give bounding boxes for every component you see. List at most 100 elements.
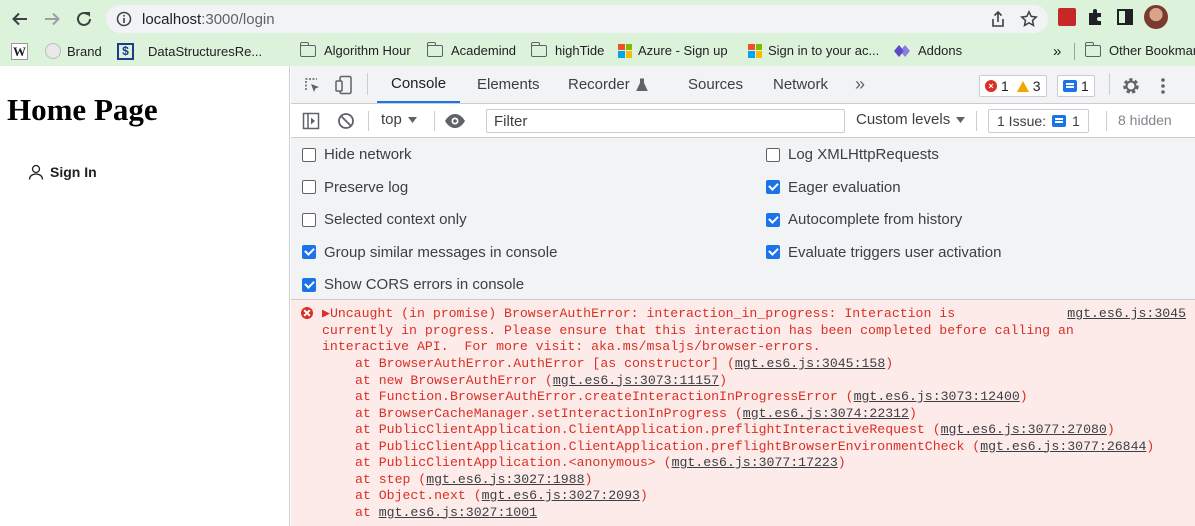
- setting-option[interactable]: Selected context only: [302, 211, 467, 228]
- error-icon: [301, 307, 313, 319]
- bookmark-algorithm-hour[interactable]: Algorithm Hour: [299, 41, 411, 58]
- checkbox[interactable]: [302, 245, 316, 259]
- back-button[interactable]: [6, 5, 34, 33]
- back-arrow-icon: [12, 12, 27, 26]
- issue-counter[interactable]: 1: [1057, 75, 1095, 97]
- log-levels-dropdown[interactable]: Custom levels: [856, 111, 966, 128]
- microsoft-icon: [618, 43, 632, 58]
- checkbox[interactable]: [766, 147, 780, 162]
- kebab-menu-icon[interactable]: [1160, 77, 1166, 95]
- stack-frame-link[interactable]: mgt.es6.js:3045:158: [735, 356, 885, 371]
- gear-icon[interactable]: [1121, 76, 1141, 96]
- error-source-link[interactable]: mgt.es6.js:3045: [1067, 306, 1186, 323]
- profile-avatar[interactable]: [1144, 5, 1168, 29]
- bookmark-wikipedia[interactable]: W: [11, 43, 28, 60]
- bookmark-label: Other Bookmarks: [1109, 43, 1195, 58]
- setting-option[interactable]: Autocomplete from history: [766, 211, 962, 228]
- bookmarks-divider: [1074, 43, 1075, 60]
- forward-arrow-icon: [45, 12, 60, 26]
- setting-option[interactable]: Preserve log: [302, 179, 408, 196]
- tab-network[interactable]: Network: [773, 66, 828, 103]
- setting-option[interactable]: Log XMLHttpRequests: [766, 146, 939, 163]
- setting-label: Autocomplete from history: [788, 211, 963, 228]
- stack-frame: at PublicClientApplication.<anonymous> (…: [355, 455, 1154, 472]
- error-warning-counter[interactable]: × 1 3: [979, 75, 1047, 97]
- tab-label: Network: [773, 76, 829, 93]
- reload-button[interactable]: [70, 5, 98, 33]
- tab-console[interactable]: Console: [377, 66, 461, 103]
- setting-option[interactable]: Eager evaluation: [766, 179, 901, 196]
- tab-divider: [1109, 73, 1110, 95]
- stack-frame-link[interactable]: mgt.es6.js:3073:11157: [553, 373, 719, 388]
- issues-button[interactable]: 1 Issue: 1: [988, 109, 1089, 133]
- devtools-panel: Console Elements Recorder Sources Networ…: [291, 66, 1195, 526]
- warning-icon: [1016, 80, 1029, 92]
- forward-button[interactable]: [38, 5, 66, 33]
- context-selector[interactable]: top: [381, 111, 417, 128]
- setting-option[interactable]: Group similar messages in console: [302, 244, 557, 261]
- console-toolbar: top Custom levels 1 Issue: 1 8 hidden: [291, 104, 1195, 138]
- stack-frame-tail: ): [639, 488, 648, 503]
- side-panel-icon[interactable]: [1116, 8, 1134, 26]
- stack-frame-link[interactable]: mgt.es6.js:3077:17223: [672, 455, 838, 470]
- devtools-tabbar: Console Elements Recorder Sources Networ…: [291, 66, 1195, 104]
- checkbox[interactable]: [766, 212, 780, 227]
- setting-option[interactable]: Evaluate triggers user activation: [766, 244, 1001, 261]
- clear-console-icon[interactable]: [337, 112, 355, 130]
- stack-frame-link[interactable]: mgt.es6.js:3073:12400: [854, 389, 1020, 404]
- warning-count: 3: [1032, 78, 1041, 94]
- setting-option[interactable]: Hide network: [302, 146, 412, 163]
- checkbox[interactable]: [766, 180, 780, 194]
- extensions-puzzle-icon[interactable]: [1086, 7, 1106, 27]
- addons-icon: [894, 44, 910, 57]
- setting-label: Selected context only: [324, 211, 467, 228]
- stack-frame-tail: ): [1019, 389, 1028, 404]
- checkbox[interactable]: [302, 147, 316, 162]
- bookmark-hightide[interactable]: highTide: [530, 41, 604, 58]
- stack-frame-link[interactable]: mgt.es6.js:3027:1001: [379, 505, 537, 520]
- stack-frame-link[interactable]: mgt.es6.js:3077:26844: [980, 439, 1146, 454]
- filter-input[interactable]: [486, 109, 845, 133]
- tab-label: Sources: [688, 76, 744, 93]
- tab-recorder[interactable]: Recorder: [568, 66, 648, 103]
- bookmark-signin-account[interactable]: Sign in to your ac...: [748, 43, 879, 58]
- stack-frame-link[interactable]: mgt.es6.js:3074:22312: [743, 406, 909, 421]
- device-toolbar-icon[interactable]: [334, 75, 354, 95]
- setting-label: Preserve log: [324, 178, 409, 196]
- bookmark-datastructures[interactable]: $ DataStructuresRe...: [117, 43, 262, 60]
- share-icon[interactable]: [990, 10, 1006, 28]
- error-text[interactable]: ▶Uncaught (in promise) BrowserAuthError:…: [322, 306, 1082, 356]
- inspect-element-icon[interactable]: [303, 76, 321, 94]
- bookmark-azure-signup[interactable]: Azure - Sign up: [618, 43, 728, 58]
- stack-frame-link[interactable]: mgt.es6.js:3027:1988: [426, 472, 584, 487]
- bookmark-other-bookmarks[interactable]: Other Bookmarks: [1084, 41, 1195, 58]
- setting-option[interactable]: Show CORS errors in console: [302, 276, 524, 293]
- stack-frame-link[interactable]: mgt.es6.js:3077:27080: [941, 422, 1107, 437]
- bookmarks-overflow-button[interactable]: »: [1053, 43, 1061, 60]
- dropdown-arrow-icon: [407, 116, 417, 123]
- bookmark-academind[interactable]: Academind: [426, 41, 516, 58]
- stack-frame: at PublicClientApplication.ClientApplica…: [355, 422, 1154, 439]
- bookmark-label: Azure - Sign up: [638, 43, 728, 58]
- sidebar-toggle-icon[interactable]: [302, 112, 320, 130]
- tab-elements[interactable]: Elements: [477, 66, 540, 103]
- error-count: 1: [1001, 78, 1009, 94]
- folder-icon: [1084, 41, 1101, 57]
- more-tabs-button[interactable]: »: [855, 66, 865, 103]
- sign-in-button[interactable]: Sign In: [28, 164, 97, 180]
- issue-message-icon: [1063, 80, 1077, 92]
- stack-frame-link[interactable]: mgt.es6.js:3027:2093: [482, 488, 640, 503]
- folder-icon: [299, 41, 316, 57]
- bookmark-star-icon[interactable]: [1020, 10, 1038, 28]
- stack-frame-text: at BrowserCacheManager.setInteractionInP…: [355, 405, 743, 421]
- bookmark-addons[interactable]: Addons: [894, 43, 962, 58]
- checkbox[interactable]: [302, 277, 316, 292]
- address-bar[interactable]: localhost:3000/login: [106, 5, 1048, 33]
- checkbox[interactable]: [302, 180, 316, 194]
- extension-lastpass-icon[interactable]: [1058, 8, 1076, 26]
- checkbox[interactable]: [766, 245, 780, 259]
- bookmark-brand[interactable]: Brand: [45, 43, 102, 59]
- tab-sources[interactable]: Sources: [688, 66, 743, 103]
- live-expression-eye-icon[interactable]: [444, 113, 466, 129]
- checkbox[interactable]: [302, 212, 316, 227]
